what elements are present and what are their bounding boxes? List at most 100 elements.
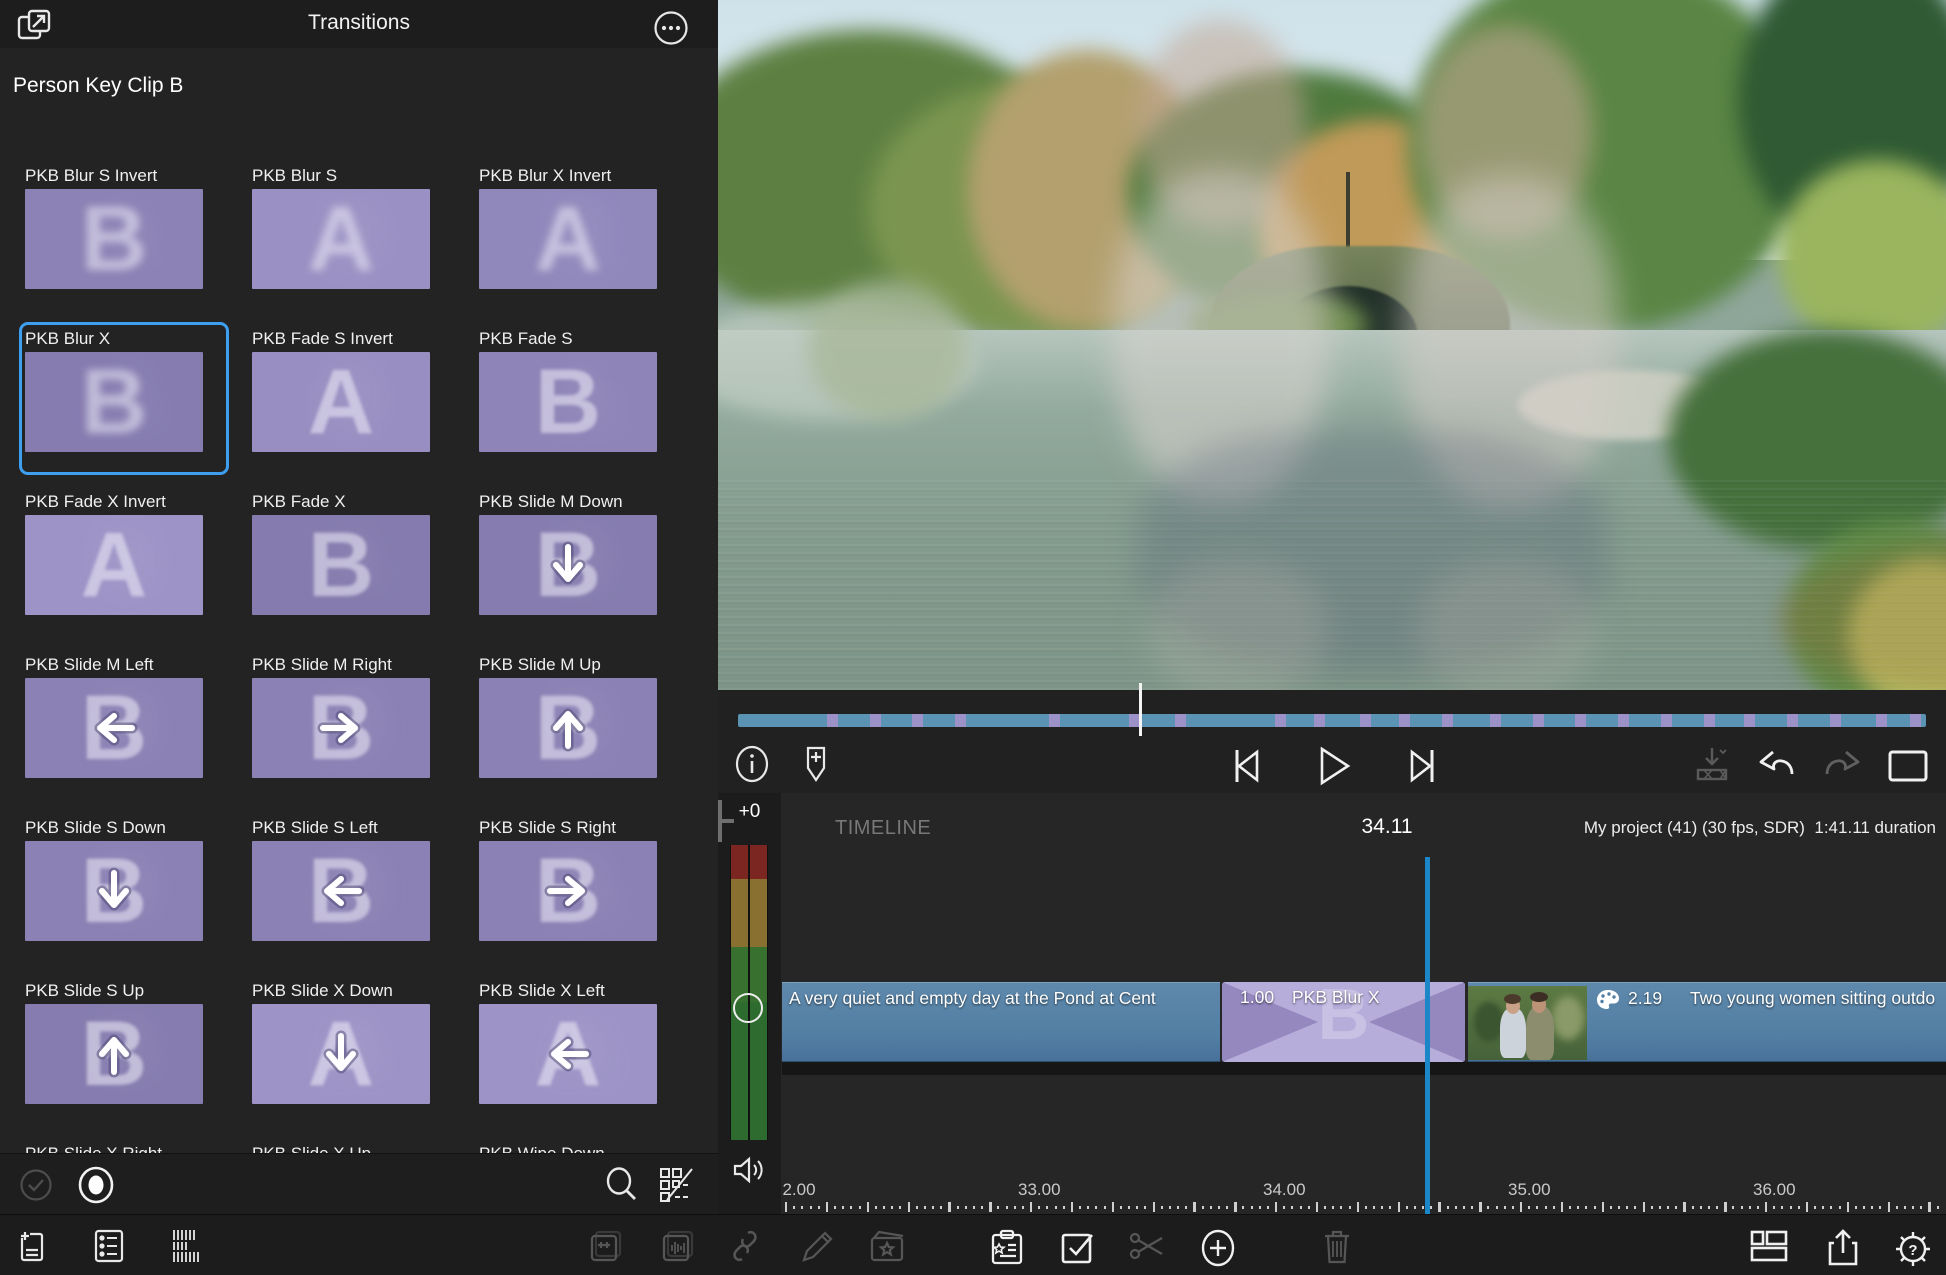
transition-item[interactable]: PKB Slide S RightBB — [479, 818, 657, 941]
scrubber-segment — [1618, 714, 1629, 727]
transition-item[interactable]: PKB Slide X DownAA — [252, 981, 430, 1104]
transition-item[interactable]: PKB Fade XAB — [252, 492, 430, 615]
preview-scrubber[interactable] — [718, 690, 1946, 736]
timeline-clip[interactable]: A very quiet and empty day at the Pond a… — [782, 982, 1220, 1062]
select-check-icon[interactable] — [18, 1167, 54, 1203]
pencil-icon[interactable] — [800, 1228, 836, 1264]
add-circle-icon[interactable] — [1198, 1228, 1238, 1268]
project-list-icon[interactable] — [92, 1228, 126, 1264]
scrubber-bar[interactable] — [738, 714, 1926, 727]
transition-item[interactable]: PKB Slide M UpBB — [479, 655, 657, 778]
timeline-panel: +0 TIMELINE 34.11 My project (41) (30 fp… — [718, 793, 1946, 1214]
scrubber-segment — [1275, 714, 1286, 727]
scissors-icon[interactable] — [1128, 1228, 1168, 1264]
ruler-tick — [1496, 1206, 1498, 1209]
panel-resize-handle[interactable] — [714, 798, 740, 844]
skip-forward-icon[interactable] — [1400, 744, 1446, 788]
transition-item[interactable]: PKB Blur SBA — [252, 166, 430, 289]
scrubber-segment — [1704, 714, 1715, 727]
link-icon[interactable] — [728, 1228, 762, 1264]
ruler-tick — [1128, 1206, 1130, 1209]
fullscreen-icon[interactable] — [1884, 744, 1932, 788]
ruler-tick — [1585, 1206, 1587, 1209]
ruler-tick — [1920, 1206, 1922, 1209]
render-icon[interactable] — [1690, 744, 1734, 786]
clip-attributes-icon[interactable] — [988, 1228, 1026, 1266]
ruler-tick — [883, 1206, 885, 1209]
ruler-tick — [1365, 1206, 1367, 1209]
time-ruler[interactable]: 32.0033.0034.0035.0036.00 — [782, 1178, 1946, 1214]
ruler-tick — [1038, 1206, 1040, 1209]
transition-item[interactable]: PKB Fade X InvertBA — [25, 492, 203, 615]
scrubber-segment — [870, 714, 881, 727]
shortcuts-grid-icon[interactable] — [658, 1166, 696, 1204]
trash-icon[interactable] — [1320, 1228, 1354, 1266]
insert-audio-icon[interactable] — [660, 1228, 696, 1264]
insert-clip-icon[interactable] — [588, 1228, 624, 1264]
transition-label: PKB Fade S — [479, 329, 657, 352]
audio-level-knob[interactable] — [733, 993, 763, 1023]
timeline-tracks[interactable]: TIMELINE 34.11 My project (41) (30 fps, … — [782, 793, 1946, 1214]
transition-item[interactable]: PKB Fade SAB — [479, 329, 657, 452]
transition-item[interactable]: PKB Blur XAB — [25, 329, 203, 452]
ruler-tick — [1561, 1202, 1563, 1212]
ruler-tick — [1626, 1206, 1628, 1209]
search-icon[interactable] — [602, 1166, 640, 1204]
play-icon[interactable] — [1310, 744, 1356, 788]
transition-thumbnail: BA — [25, 515, 203, 615]
ruler-label: 36.00 — [1753, 1180, 1796, 1200]
undo-icon[interactable] — [1753, 744, 1801, 788]
transition-item[interactable]: PKB Slide S LeftBB — [252, 818, 430, 941]
share-icon[interactable] — [1824, 1228, 1862, 1268]
volume-icon[interactable] — [731, 1153, 769, 1187]
timeline-playhead[interactable] — [1425, 857, 1430, 1214]
add-marker-icon[interactable] — [796, 744, 836, 784]
more-circle-icon[interactable] — [652, 9, 690, 47]
ruler-tick — [1202, 1206, 1204, 1209]
scrubber-segment — [1533, 714, 1544, 727]
transition-label: PKB Slide M Down — [479, 492, 657, 515]
video-preview[interactable] — [718, 0, 1946, 690]
up-arrow-icon — [542, 708, 594, 748]
transition-item[interactable]: PKB Slide M DownBB — [479, 492, 657, 615]
up-arrow-icon — [88, 1034, 140, 1074]
ruler-tick — [826, 1202, 828, 1212]
section-title: Person Key Clip B — [13, 74, 183, 98]
ruler-tick — [1087, 1206, 1089, 1209]
settings-help-icon[interactable]: ? — [1892, 1228, 1934, 1270]
clip-title: Two young women sitting outdo — [1690, 988, 1935, 1009]
main-area: +0 TIMELINE 34.11 My project (41) (30 fp… — [718, 0, 1946, 1214]
transition-item[interactable]: PKB Fade S InvertBA — [252, 329, 430, 452]
record-icon[interactable] — [76, 1165, 116, 1205]
ruler-tick — [1455, 1206, 1457, 1209]
transition-item[interactable]: PKB Blur X InvertBA — [479, 166, 657, 289]
ruler-tick — [1798, 1206, 1800, 1209]
title-card-icon[interactable] — [868, 1228, 906, 1264]
down-arrow-icon — [542, 545, 594, 585]
transition-thumbnail: AB — [25, 352, 203, 452]
ruler-label: 35.00 — [1508, 1180, 1551, 1200]
right-arrow-icon — [315, 708, 367, 748]
frame-strip-icon[interactable] — [168, 1228, 208, 1264]
transition-item[interactable]: PKB Slide S DownBB — [25, 818, 203, 941]
redo-icon[interactable] — [1818, 744, 1866, 788]
new-project-icon[interactable] — [16, 1228, 50, 1264]
transition-item[interactable]: PKB Slide X RightAA — [25, 1144, 203, 1153]
info-icon[interactable] — [732, 744, 772, 784]
transition-item[interactable]: PKB Slide M RightBB — [252, 655, 430, 778]
ruler-tick — [1153, 1202, 1155, 1212]
ruler-tick — [1422, 1206, 1424, 1209]
scrubber-segment — [1490, 714, 1501, 727]
transition-item[interactable]: PKB Slide M LeftBB — [25, 655, 203, 778]
transition-thumbnail: BA — [252, 352, 430, 452]
select-done-icon[interactable] — [1058, 1228, 1096, 1266]
transition-item[interactable]: PKB Wipe DownAA — [479, 1144, 657, 1153]
transition-thumbnail: BB — [252, 678, 430, 778]
timeline-clip[interactable]: 2.19 Two young women sitting outdo — [1468, 982, 1946, 1062]
transition-item[interactable]: PKB Slide X UpAA — [252, 1144, 430, 1153]
skip-back-icon[interactable] — [1223, 744, 1269, 788]
transition-item[interactable]: PKB Slide X LeftAA — [479, 981, 657, 1104]
transition-item[interactable]: PKB Blur S InvertAB — [25, 166, 203, 289]
layout-icon[interactable] — [1748, 1228, 1790, 1266]
transition-item[interactable]: PKB Slide S UpBB — [25, 981, 203, 1104]
